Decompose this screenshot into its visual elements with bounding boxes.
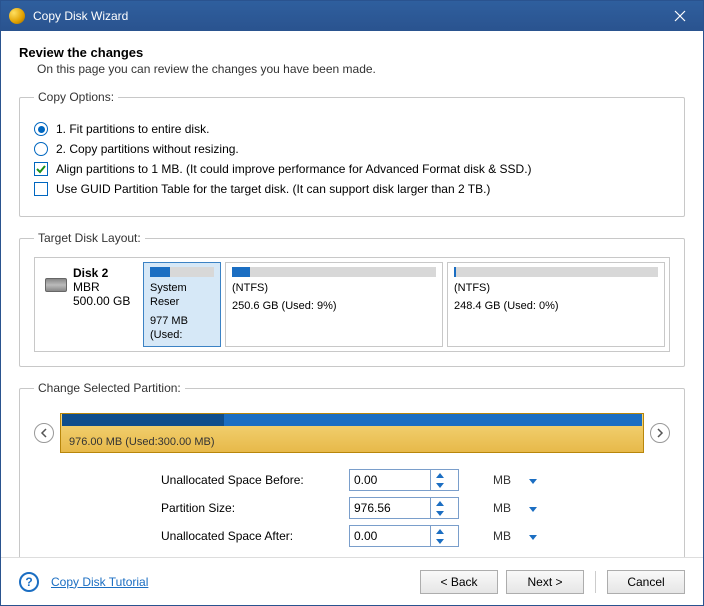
checkbox-label: Align partitions to 1 MB. (It could impr…	[56, 162, 532, 176]
partition-size: 248.4 GB (Used: 0%)	[454, 299, 658, 313]
slider-left-button[interactable]	[34, 423, 54, 443]
slider-bar	[62, 414, 642, 426]
spinner-buttons[interactable]	[430, 470, 448, 490]
unit-label: MB	[493, 501, 521, 515]
unit-label: MB	[493, 473, 521, 487]
spin-down-icon[interactable]	[431, 508, 448, 518]
page-subtitle: On this page you can review the changes …	[37, 62, 685, 76]
spinner-buttons[interactable]	[430, 526, 448, 546]
partition-size-field[interactable]	[350, 498, 430, 518]
spin-up-icon[interactable]	[431, 526, 448, 536]
change-partition-group: Change Selected Partition: 976.00 MB (Us…	[19, 381, 685, 557]
page-title: Review the changes	[19, 45, 685, 60]
radio-label: 1. Fit partitions to entire disk.	[56, 122, 209, 136]
spin-down-icon[interactable]	[431, 536, 448, 546]
checkbox-icon	[34, 182, 48, 196]
partition-label: (NTFS)	[454, 281, 658, 295]
cancel-button[interactable]: Cancel	[607, 570, 685, 594]
partition-ntfs-2[interactable]: (NTFS) 248.4 GB (Used: 0%)	[447, 262, 665, 347]
app-icon	[9, 8, 25, 24]
partition-slider-row: 976.00 MB (Used:300.00 MB)	[34, 413, 670, 453]
partition-size-label: Partition Size:	[161, 501, 341, 515]
partition-slider[interactable]: 976.00 MB (Used:300.00 MB)	[60, 413, 644, 453]
footer: ? Copy Disk Tutorial < Back Next > Cance…	[1, 557, 703, 605]
radio-icon	[34, 142, 48, 156]
partition-label: System Reser	[150, 281, 214, 310]
unalloc-before-input[interactable]	[349, 469, 459, 491]
disk-icon	[45, 278, 67, 292]
partition-system-reserved[interactable]: System Reser 977 MB (Used:	[143, 262, 221, 347]
change-legend: Change Selected Partition:	[34, 381, 185, 395]
radio-icon	[34, 122, 48, 136]
partition-size: 250.6 GB (Used: 9%)	[232, 299, 436, 313]
checkbox-use-guid[interactable]: Use GUID Partition Table for the target …	[34, 182, 670, 196]
radio-fit-partitions[interactable]: 1. Fit partitions to entire disk.	[34, 122, 670, 136]
slider-right-button[interactable]	[650, 423, 670, 443]
partition-label: (NTFS)	[232, 281, 436, 295]
titlebar: Copy Disk Wizard	[1, 1, 703, 31]
radio-label: 2. Copy partitions without resizing.	[56, 142, 239, 156]
unit-label: MB	[493, 529, 521, 543]
tutorial-link[interactable]: Copy Disk Tutorial	[51, 575, 148, 589]
layout-legend: Target Disk Layout:	[34, 231, 145, 245]
disk-name: Disk 2	[73, 266, 130, 280]
next-button[interactable]: Next >	[506, 570, 584, 594]
disk-type: MBR	[73, 280, 130, 294]
spin-down-icon[interactable]	[431, 480, 448, 490]
disk-layout-row: Disk 2 MBR 500.00 GB System Reser 977 MB…	[34, 257, 670, 352]
window-title: Copy Disk Wizard	[33, 9, 665, 23]
disk-text: Disk 2 MBR 500.00 GB	[73, 266, 130, 308]
checkbox-label: Use GUID Partition Table for the target …	[56, 182, 490, 196]
checkbox-icon	[34, 162, 48, 176]
unalloc-before-label: Unallocated Space Before:	[161, 473, 341, 487]
disk-size: 500.00 GB	[73, 294, 130, 308]
checkbox-align-partitions[interactable]: Align partitions to 1 MB. (It could impr…	[34, 162, 670, 176]
target-disk-layout-group: Target Disk Layout: Disk 2 MBR 500.00 GB…	[19, 231, 685, 367]
radio-copy-without-resizing[interactable]: 2. Copy partitions without resizing.	[34, 142, 670, 156]
content-area: Review the changes On this page you can …	[1, 31, 703, 557]
slider-used	[62, 414, 224, 426]
unalloc-after-input[interactable]	[349, 525, 459, 547]
copy-options-group: Copy Options: 1. Fit partitions to entir…	[19, 90, 685, 217]
unalloc-after-field[interactable]	[350, 526, 430, 546]
unalloc-before-field[interactable]	[350, 470, 430, 490]
unalloc-after-label: Unallocated Space After:	[161, 529, 341, 543]
close-button[interactable]	[665, 1, 695, 31]
partition-size: 977 MB (Used:	[150, 314, 214, 343]
slider-label: 976.00 MB (Used:300.00 MB)	[69, 436, 215, 448]
size-form: Unallocated Space Before: MB Partition S…	[34, 469, 670, 547]
unit-dropdown[interactable]	[529, 473, 543, 487]
back-button[interactable]: < Back	[420, 570, 498, 594]
separator	[595, 571, 596, 593]
disk-info: Disk 2 MBR 500.00 GB	[39, 262, 139, 347]
spin-up-icon[interactable]	[431, 470, 448, 480]
copy-options-legend: Copy Options:	[34, 90, 118, 104]
unit-dropdown[interactable]	[529, 501, 543, 515]
help-icon[interactable]: ?	[19, 572, 39, 592]
wizard-window: Copy Disk Wizard Review the changes On t…	[0, 0, 704, 606]
unit-dropdown[interactable]	[529, 529, 543, 543]
spinner-buttons[interactable]	[430, 498, 448, 518]
spin-up-icon[interactable]	[431, 498, 448, 508]
partition-size-input[interactable]	[349, 497, 459, 519]
partition-ntfs-1[interactable]: (NTFS) 250.6 GB (Used: 9%)	[225, 262, 443, 347]
